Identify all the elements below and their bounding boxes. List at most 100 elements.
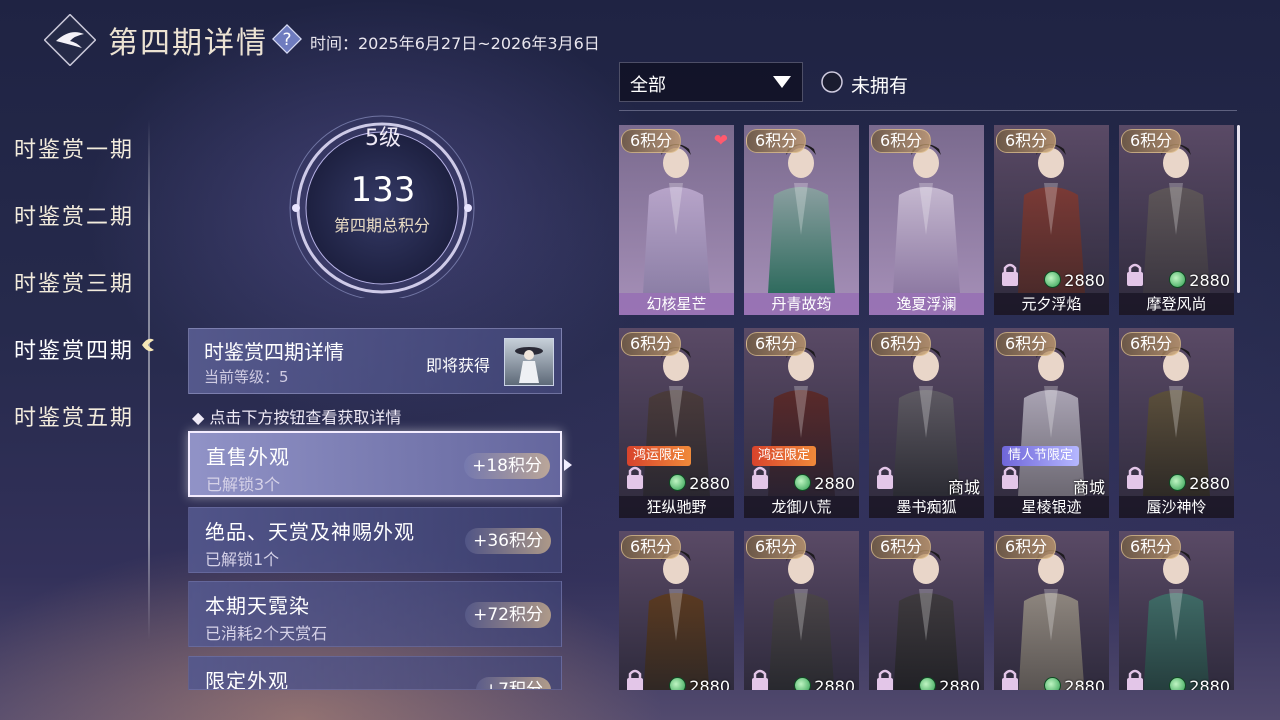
outfit-card[interactable]: 6积分 2880 蜃沙神怜 [1119, 328, 1234, 518]
nav-divider [148, 120, 150, 640]
jade-currency-icon [794, 677, 812, 690]
outfit-points-badge: 6积分 [996, 332, 1057, 356]
scrollbar-thumb[interactable] [1237, 125, 1240, 293]
nav-period-5[interactable]: 时鉴赏五期 [14, 400, 134, 432]
jade-currency-icon [794, 474, 812, 491]
outfit-points-badge: 6积分 [1121, 535, 1182, 559]
outfit-price-value: 2880 [814, 677, 855, 690]
lock-icon [877, 669, 893, 690]
outfit-price: 2880 [1169, 677, 1230, 690]
task-direct-sale[interactable]: 直售外观 已解锁3个 +18积分 [188, 431, 562, 497]
jade-currency-icon [1169, 271, 1187, 288]
outfit-price-value: 2880 [689, 677, 730, 690]
outfit-price-value: 2880 [939, 677, 980, 690]
outfit-points-badge: 6积分 [621, 332, 682, 356]
outfit-price: 2880 [669, 677, 730, 690]
outfit-card[interactable]: 6积分 丹青故筠 [744, 125, 859, 315]
upcoming-reward-label: 即将获得 [426, 356, 491, 375]
period-detail-title: 时鉴赏四期详情 [204, 340, 344, 364]
limited-badge: 鸿运限定 [752, 446, 817, 466]
lock-icon [1127, 263, 1143, 286]
outfit-points-badge: 6积分 [871, 129, 932, 153]
outfit-card[interactable]: 6积分 2880 [869, 531, 984, 690]
lock-icon [752, 466, 768, 489]
outfit-points-badge: 6积分 [1121, 332, 1182, 356]
outfit-card[interactable]: 6积分 鸿运限定 2880 龙御八荒 [744, 328, 859, 518]
lock-icon [877, 466, 893, 489]
outfit-card[interactable]: 6积分 2880 [619, 531, 734, 690]
jade-currency-icon [919, 677, 937, 690]
help-icon[interactable]: ? [272, 24, 302, 54]
lock-icon [752, 669, 768, 690]
outfit-price-value: 2880 [1189, 677, 1230, 690]
outfit-card[interactable]: 6积分 2880 [1119, 531, 1234, 690]
nav-period-2[interactable]: 时鉴赏二期 [14, 199, 134, 231]
outfit-points-badge: 6积分 [621, 129, 682, 153]
lock-icon [1127, 466, 1143, 489]
task-title: 直售外观 [206, 445, 290, 469]
jade-currency-icon [1044, 271, 1062, 288]
outfit-card[interactable]: 6积分逸夏浮澜 [869, 125, 984, 315]
outfit-card[interactable]: 6积分 鸿运限定 2880 狂纵驰野 [619, 328, 734, 518]
outfit-name: 星棱银迹 [994, 496, 1109, 518]
outfit-name: 狂纵驰野 [619, 496, 734, 518]
outfit-points-badge: 6积分 [746, 332, 807, 356]
outfit-price: 商城 [1073, 474, 1105, 498]
outfit-name: 摩登风尚 [1119, 293, 1234, 315]
level-text: 5级 [365, 126, 401, 151]
outfit-name: 幻核星芒 [619, 293, 734, 315]
outfit-points-badge: 6积分 [1121, 129, 1182, 153]
outfit-card[interactable]: 6积分 2880 摩登风尚 [1119, 125, 1234, 315]
jade-currency-icon [1169, 677, 1187, 690]
lock-icon [627, 466, 643, 489]
outfit-price-value: 2880 [1189, 474, 1230, 493]
reward-figure-icon [515, 347, 543, 383]
outfit-card[interactable]: 6积分 2880 [744, 531, 859, 690]
task-premium-outfits[interactable]: 绝品、天赏及神赐外观 已解锁1个 +36积分 [188, 507, 562, 573]
task-points-badge: +7积分 [475, 677, 551, 689]
outfit-card[interactable]: 6积分 2880 元夕浮焰 [994, 125, 1109, 315]
category-dropdown-value: 全部 [630, 75, 666, 96]
nav-period-4[interactable]: 时鉴赏四期 [14, 333, 134, 365]
outfit-price-value: 2880 [1189, 271, 1230, 290]
outfit-price: 2880 [1044, 271, 1105, 290]
jade-currency-icon [1169, 474, 1187, 491]
selected-arrow-icon [564, 459, 572, 471]
nav-period-1[interactable]: 时鉴赏一期 [14, 132, 134, 164]
jade-currency-icon [669, 474, 687, 491]
outfit-points-badge: 6积分 [996, 129, 1057, 153]
outfit-card[interactable]: 6积分 2880 [994, 531, 1109, 690]
jade-currency-icon [1044, 677, 1062, 690]
outfit-price: 2880 [1169, 271, 1230, 290]
outfit-name: 逸夏浮澜 [869, 293, 984, 315]
lock-icon [1127, 669, 1143, 690]
outfit-points-badge: 6积分 [746, 535, 807, 559]
jade-currency-icon [669, 677, 687, 690]
outfit-card[interactable]: 6积分 商城 墨书痴狐 [869, 328, 984, 518]
task-limited-outfits[interactable]: 限定外观 +7积分 [188, 656, 562, 690]
outfit-points-badge: 6积分 [996, 535, 1057, 559]
task-points-badge: +72积分 [465, 602, 551, 628]
outfit-card[interactable]: 6积分 ❤ 幻核星芒 [619, 125, 734, 315]
outfit-name: 墨书痴狐 [869, 496, 984, 518]
upcoming-reward-thumbnail[interactable] [504, 338, 554, 386]
outfit-price-value: 2880 [1064, 677, 1105, 690]
task-dye[interactable]: 本期天霓染 已消耗2个天赏石 +72积分 [188, 581, 562, 647]
task-title: 绝品、天赏及神赐外观 [205, 520, 415, 544]
outfit-price-value: 商城 [1072, 478, 1105, 497]
lock-icon [1002, 466, 1018, 489]
outfit-card[interactable]: 6积分 情人节限定 商城 星棱银迹 [994, 328, 1109, 518]
hint-text: ◆ 点击下方按钮查看获取详情 [192, 408, 402, 427]
not-owned-toggle[interactable] [820, 70, 844, 94]
outfit-name: 蜃沙神怜 [1119, 496, 1234, 518]
favorite-heart-icon[interactable]: ❤ [714, 131, 728, 151]
task-title: 本期天霓染 [205, 594, 310, 618]
back-button[interactable] [44, 14, 96, 66]
task-subtitle: 已解锁1个 [205, 550, 280, 569]
outfit-points-badge: 6积分 [871, 535, 932, 559]
limited-badge: 鸿运限定 [627, 446, 692, 466]
outfit-name: 龙御八荒 [744, 496, 859, 518]
nav-period-3[interactable]: 时鉴赏三期 [14, 266, 134, 298]
task-subtitle: 已解锁3个 [206, 475, 281, 494]
nav-selected-indicator-icon [142, 338, 154, 352]
